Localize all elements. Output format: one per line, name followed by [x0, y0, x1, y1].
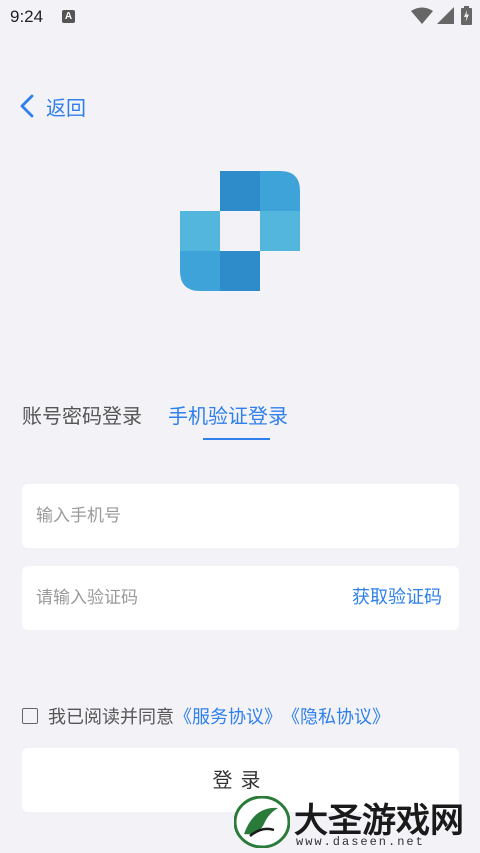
get-code-button[interactable]: 获取验证码 [352, 566, 442, 630]
agreement-row: 我已阅读并同意 《服务协议》 《隐私协议》 [22, 704, 390, 728]
signal-icon [437, 7, 454, 24]
notification-a-icon: A [62, 10, 75, 23]
tab-password-login[interactable]: 账号密码登录 [22, 400, 142, 429]
watermark-url: www.daseen.net [296, 835, 425, 849]
privacy-agreement-link[interactable]: 《隐私协议》 [282, 703, 390, 729]
watermark-logo-icon [234, 796, 290, 848]
chevron-left-icon [20, 94, 34, 118]
tab-sms-login[interactable]: 手机验证登录 [168, 400, 288, 429]
active-tab-indicator [203, 438, 270, 440]
back-label: 返回 [46, 95, 86, 120]
status-bar: 9:24 A [0, 0, 480, 34]
battery-charging-icon [461, 6, 472, 25]
phone-field [22, 484, 459, 548]
code-field: 获取验证码 [22, 566, 459, 630]
phone-input[interactable] [36, 484, 316, 548]
app-logo [180, 171, 300, 291]
agreement-text: 我已阅读并同意 [48, 707, 174, 728]
agreement-checkbox[interactable] [22, 708, 38, 724]
status-time: 9:24 [10, 7, 44, 26]
wifi-icon [411, 7, 433, 24]
verification-code-input[interactable] [36, 566, 316, 630]
service-agreement-link[interactable]: 《服务协议》 [174, 703, 282, 729]
back-button[interactable]: 返回 [20, 90, 86, 122]
site-watermark: 大圣游戏网 www.daseen.net [230, 791, 480, 853]
